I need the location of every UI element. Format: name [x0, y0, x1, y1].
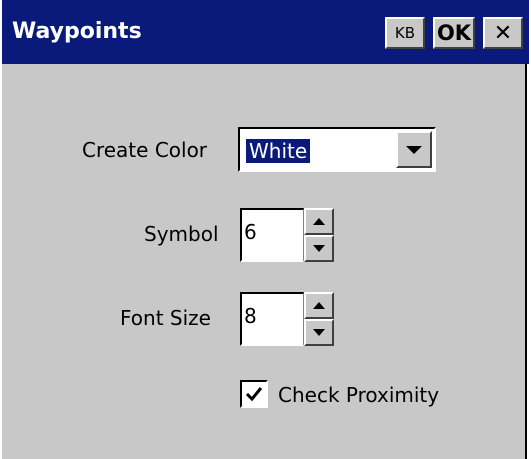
- symbol-spinner: [304, 208, 334, 262]
- check-proximity-checkbox[interactable]: [240, 380, 268, 408]
- ok-button-label: OK: [436, 21, 472, 45]
- arrow-down-icon: [313, 329, 325, 336]
- dropdown-button[interactable]: [396, 131, 432, 168]
- close-button[interactable]: ✕: [483, 17, 523, 49]
- symbol-decrement-button[interactable]: [304, 235, 334, 262]
- waypoints-dialog: Waypoints KB OK ✕ Create Color White Sym…: [0, 0, 529, 459]
- create-color-value: White: [244, 138, 312, 164]
- arrow-up-icon: [313, 218, 325, 225]
- chevron-down-icon: [406, 145, 422, 154]
- keyboard-button[interactable]: KB: [385, 17, 425, 49]
- arrow-down-icon: [313, 245, 325, 252]
- font-size-input[interactable]: 8: [240, 292, 304, 346]
- arrow-up-icon: [313, 302, 325, 309]
- create-color-label: Create Color: [82, 138, 208, 162]
- check-proximity-label[interactable]: Check Proximity: [278, 383, 439, 407]
- title-bar: Waypoints KB OK ✕: [2, 0, 529, 64]
- font-size-increment-button[interactable]: [304, 292, 334, 319]
- symbol-input[interactable]: 6: [240, 208, 304, 262]
- create-color-dropdown[interactable]: White: [238, 127, 436, 172]
- symbol-increment-button[interactable]: [304, 208, 334, 235]
- keyboard-button-label: KB: [394, 24, 416, 42]
- close-icon: ✕: [493, 20, 513, 46]
- ok-button[interactable]: OK: [433, 17, 475, 49]
- font-size-decrement-button[interactable]: [304, 319, 334, 346]
- font-size-spinner: [304, 292, 334, 346]
- checkmark-icon: [245, 387, 263, 402]
- window-title: Waypoints: [12, 19, 142, 44]
- symbol-label: Symbol: [144, 222, 219, 246]
- font-size-label: Font Size: [120, 306, 211, 330]
